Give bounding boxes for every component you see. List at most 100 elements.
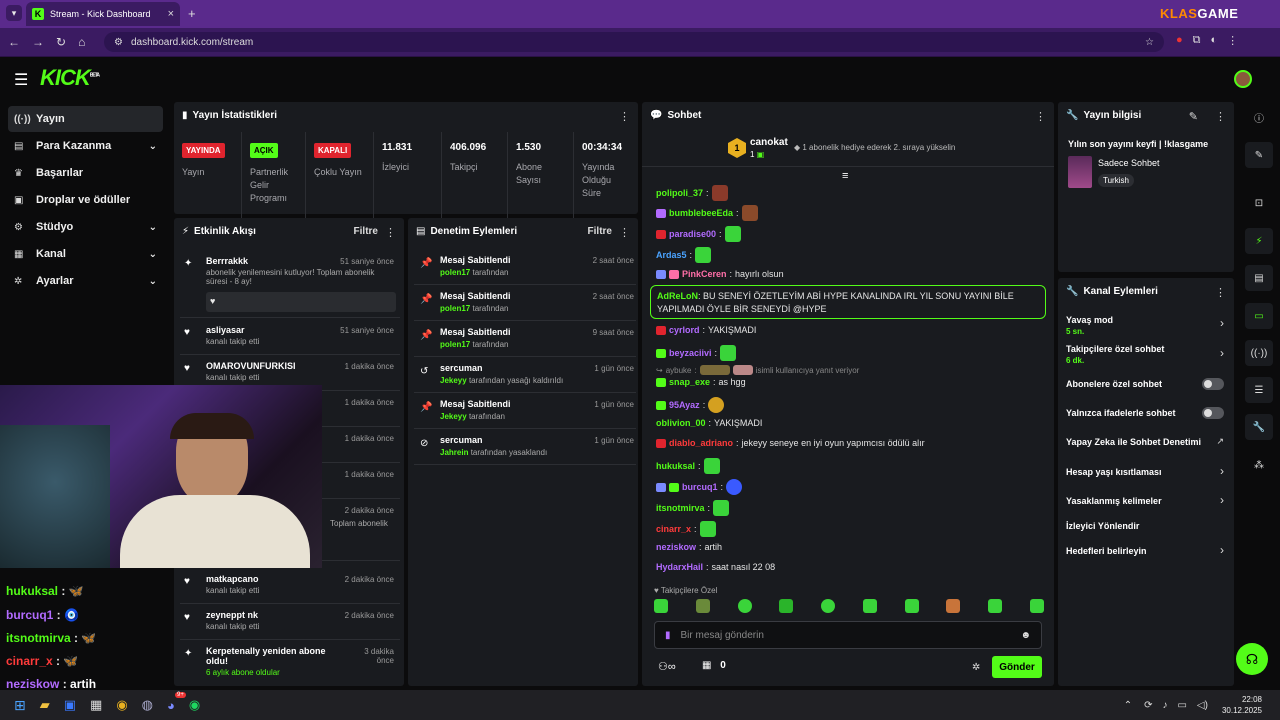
- lightning-icon: ⚡: [182, 226, 190, 237]
- volume-icon[interactable]: ◁): [1197, 700, 1208, 711]
- user-avatar[interactable]: [1234, 70, 1252, 88]
- activity-filter-button[interactable]: Filtre: [354, 226, 378, 237]
- kick-logo[interactable]: KICKBETA: [40, 65, 100, 91]
- top-gifter-name[interactable]: canokat: [750, 137, 788, 148]
- browser-menu-icon[interactable]: ⋮: [1227, 34, 1238, 47]
- emote-button[interactable]: [862, 599, 877, 613]
- wrench-icon[interactable]: 🔧: [1245, 414, 1273, 440]
- goals-row[interactable]: Hedefleri belirleyin: [1066, 546, 1226, 556]
- emote-button[interactable]: [988, 599, 1003, 613]
- url-bar[interactable]: ⚙ dashboard.kick.com/stream ☆: [104, 32, 1164, 52]
- subs-chat-toggle[interactable]: [1202, 378, 1224, 390]
- more-icon[interactable]: ⋮: [385, 226, 396, 239]
- chevron-right-icon[interactable]: ›: [1220, 464, 1224, 478]
- lightning-icon[interactable]: ⚡: [1245, 228, 1273, 254]
- emote-button[interactable]: [904, 599, 919, 613]
- profile-icon[interactable]: ◐: [1211, 34, 1218, 47]
- extensions-puzzle-icon[interactable]: ⧉: [1193, 34, 1201, 47]
- moderation-filter-button[interactable]: Filtre: [588, 226, 612, 237]
- support-headset-icon[interactable]: ☊: [1236, 643, 1268, 675]
- sidebar-item-yayin[interactable]: ((·)) Yayın: [8, 106, 163, 132]
- extension-icon[interactable]: ●: [1176, 34, 1183, 47]
- points-display[interactable]: ▦ 0: [702, 660, 726, 671]
- moderation-icon[interactable]: ☰: [1245, 377, 1273, 403]
- hamburger-menu-icon[interactable]: ☰: [14, 70, 28, 90]
- chevron-right-icon[interactable]: ›: [1220, 493, 1224, 507]
- store-icon[interactable]: ▦: [90, 697, 102, 713]
- chat-settings-icon[interactable]: ✲: [972, 662, 980, 673]
- more-icon[interactable]: ⋮: [619, 226, 630, 239]
- home-icon[interactable]: ⌂: [78, 35, 85, 49]
- sidebar-item-kanal[interactable]: ▦ Kanal ⌄: [8, 241, 163, 267]
- broadcast-icon[interactable]: ((·)): [1245, 340, 1273, 366]
- redirect-row[interactable]: İzleyici Yönlendir: [1066, 521, 1226, 531]
- system-clock[interactable]: 22:08 30.12.2025: [1222, 694, 1262, 716]
- chat-bubble-icon[interactable]: ▭: [1245, 303, 1273, 329]
- more-icon[interactable]: ⋮: [1035, 110, 1046, 123]
- account-age-row[interactable]: Hesap yaşı kısıtlaması: [1066, 467, 1226, 477]
- close-tab-icon[interactable]: ×: [168, 8, 174, 20]
- back-icon[interactable]: ←: [8, 35, 20, 49]
- chevron-right-icon[interactable]: ›: [1220, 316, 1224, 330]
- emote-button[interactable]: [737, 599, 752, 613]
- windows-start-icon[interactable]: ⊞: [14, 697, 26, 714]
- forward-icon[interactable]: →: [32, 35, 44, 49]
- chevron-down-icon: ⌄: [148, 275, 157, 287]
- outlook-icon[interactable]: ▣: [64, 697, 76, 713]
- discord-icon[interactable]: ◕ 9+: [167, 691, 186, 713]
- chevron-right-icon[interactable]: ›: [1220, 543, 1224, 557]
- emote-button[interactable]: [946, 599, 961, 613]
- screenshot-icon[interactable]: ⊡: [1245, 190, 1273, 216]
- reload-icon[interactable]: ↻: [56, 35, 66, 49]
- tab-search-icon[interactable]: ▾: [6, 5, 22, 21]
- more-icon[interactable]: ⋮: [1215, 110, 1226, 123]
- ai-mod-row[interactable]: Yapay Zeka ile Sohbet Denetimi: [1066, 437, 1226, 447]
- emote-button[interactable]: [779, 599, 794, 613]
- sidebar-item-studyo[interactable]: ⚙ Stüdyo ⌄: [8, 214, 163, 240]
- more-icon[interactable]: ⋮: [1215, 286, 1226, 299]
- edit-icon[interactable]: ✎: [1189, 110, 1198, 123]
- sidebar-item-ayarlar[interactable]: ✲ Ayarlar ⌄: [8, 268, 163, 294]
- tray-chevron-icon[interactable]: ⌃: [1124, 700, 1132, 711]
- sync-icon[interactable]: ⟳: [1144, 700, 1152, 711]
- people-icon[interactable]: ⚇∞: [658, 660, 676, 673]
- banned-words-row[interactable]: Yasaklanmış kelimeler: [1066, 496, 1226, 506]
- network-icon[interactable]: ▭: [1177, 700, 1186, 711]
- document-icon[interactable]: ▤: [1245, 265, 1273, 291]
- bookmark-star-icon[interactable]: ☆: [1145, 37, 1154, 48]
- sidebar-item-para-kazanma[interactable]: ▤ Para Kazanma ⌄: [8, 133, 163, 159]
- emotes-chat-toggle[interactable]: [1202, 407, 1224, 419]
- sidebar-item-droplar[interactable]: ▣ Droplar ve ödüller: [8, 187, 163, 213]
- badge-icon: [656, 348, 666, 358]
- apps-icon[interactable]: ⁂: [1245, 452, 1273, 478]
- emote-button[interactable]: [1029, 599, 1044, 613]
- send-button[interactable]: Gönder: [992, 656, 1042, 678]
- mic-icon[interactable]: ♪: [1162, 700, 1167, 711]
- emoji-icon[interactable]: ☻: [1020, 630, 1031, 641]
- sidebar-item-basarilar[interactable]: ♛ Başarılar: [8, 160, 163, 186]
- emote-button[interactable]: [821, 599, 836, 613]
- info-icon[interactable]: ⓘ: [1245, 104, 1273, 130]
- emote-button[interactable]: [654, 599, 668, 613]
- spotify-icon[interactable]: ◉: [189, 697, 200, 713]
- more-icon[interactable]: ⋮: [619, 110, 630, 123]
- steam-icon[interactable]: ◍: [142, 697, 153, 713]
- browser-tab[interactable]: K Stream - Kick Dashboard ×: [26, 2, 180, 26]
- slow-mode-row[interactable]: Yavaş mod 5 sn.: [1066, 315, 1226, 336]
- chat-input[interactable]: ▮ Bir mesaj gönderin ☻: [654, 621, 1042, 649]
- pin-icon: 📌: [420, 258, 433, 269]
- moderation-row: ↺ sercuman Jekeyy tarafından yasağı kaldır…: [414, 358, 636, 393]
- followers-chat-row[interactable]: Takipçilere özel sohbet 6 dk.: [1066, 344, 1226, 365]
- edit-icon[interactable]: ✎: [1245, 142, 1273, 168]
- mic-icon[interactable]: ▮: [665, 630, 671, 641]
- chrome-icon[interactable]: ◉: [116, 697, 127, 713]
- pinned-expand-icon[interactable]: ≡: [842, 170, 848, 182]
- site-info-icon[interactable]: ⚙: [114, 37, 123, 48]
- chevron-right-icon[interactable]: ›: [1220, 346, 1224, 360]
- emote-button[interactable]: [695, 599, 710, 613]
- new-tab-icon[interactable]: +: [188, 6, 196, 21]
- file-explorer-icon[interactable]: ▰: [40, 697, 50, 713]
- external-link-icon[interactable]: ↗: [1216, 436, 1224, 447]
- reply-indicator: ↪ aybuke: isimli kullanıcıya yanıt veriy…: [656, 365, 860, 375]
- heart-icon[interactable]: ♥: [206, 292, 396, 312]
